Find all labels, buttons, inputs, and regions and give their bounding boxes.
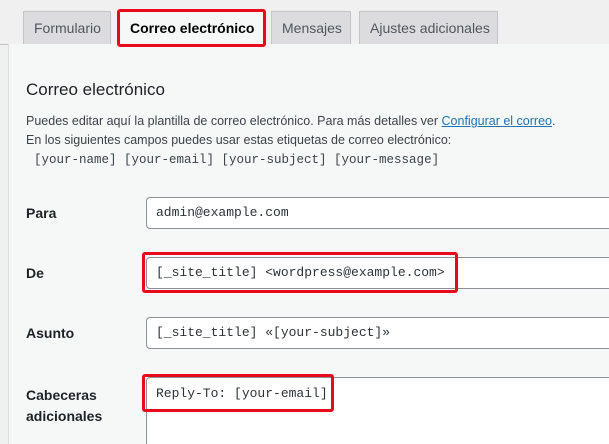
from-label: De	[26, 265, 44, 281]
description-line-1: Puedes editar aquí la plantilla de corre…	[26, 114, 555, 128]
from-field[interactable]: [_site_title] <wordpress@example.com>	[146, 257, 609, 289]
tab-ajustes-adicionales[interactable]: Ajustes adicionales	[359, 11, 498, 45]
tab-mensajes[interactable]: Mensajes	[271, 11, 351, 45]
to-label: Para	[26, 205, 57, 221]
to-field[interactable]: admin@example.com	[146, 197, 609, 229]
description-suffix: .	[551, 114, 556, 128]
subject-field[interactable]: [_site_title] «[your-subject]»	[146, 317, 609, 349]
subject-label: Asunto	[26, 325, 75, 341]
section-title: Correo electrónico	[26, 80, 165, 99]
configure-mail-link[interactable]: Configurar el correo	[442, 114, 552, 128]
tab-formulario[interactable]: Formulario	[23, 11, 111, 45]
additional-headers-textarea[interactable]: Reply-To: [your-email]	[146, 377, 609, 444]
mail-tags-list: [your-name] [your-email] [your-subject] …	[34, 153, 440, 167]
description-prefix: Puedes editar aquí la plantilla de corre…	[26, 114, 442, 128]
headers-label-line-1: Cabeceras	[26, 387, 97, 403]
tab-bar: Formulario Correo electrónico Mensajes A…	[0, 0, 609, 46]
contact-form-editor: Formulario Correo electrónico Mensajes A…	[0, 0, 609, 444]
additional-headers-label: Cabeceras adicionales	[26, 385, 126, 427]
description-line-2: En los siguientes campos puedes usar est…	[26, 133, 452, 147]
headers-label-line-2: adicionales	[26, 408, 103, 424]
tab-correo-electronico[interactable]: Correo electrónico	[119, 11, 264, 46]
